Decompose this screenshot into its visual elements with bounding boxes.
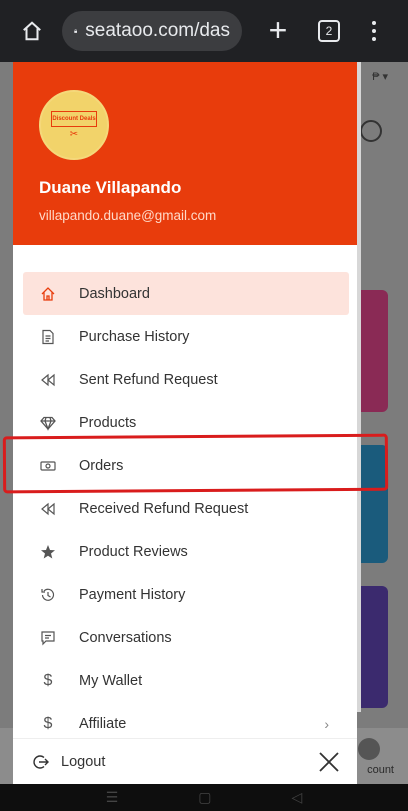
history-icon xyxy=(39,586,57,604)
system-nav-bar: ☰ ▢ ◁ xyxy=(0,784,408,811)
menu-label: My Wallet xyxy=(79,672,143,689)
currency-selector: ₱ ▾ xyxy=(372,71,388,83)
address-bar[interactable]: seataoo.com/das xyxy=(62,11,242,51)
menu-item-my-wallet[interactable]: $ My Wallet xyxy=(23,659,349,702)
avatar-logo-text: Discount Deals xyxy=(51,110,97,127)
user-name: Duane Villapando xyxy=(39,178,182,197)
diamond-icon xyxy=(39,414,57,432)
browser-toolbar: seataoo.com/das + 2 xyxy=(0,0,408,62)
screen: seataoo.com/das + 2 ₱ ▾ count Discount D… xyxy=(0,0,408,811)
url-text: seataoo.com/das xyxy=(85,20,230,41)
account-icon xyxy=(358,738,380,760)
menu-label: Product Reviews xyxy=(79,543,188,560)
menu-item-sent-refund-request[interactable]: Sent Refund Request xyxy=(23,358,349,401)
chat-icon xyxy=(39,629,57,647)
rewind-icon xyxy=(39,371,57,389)
dollar-icon: $ xyxy=(43,714,53,732)
chevron-right-icon: › xyxy=(324,715,329,732)
side-drawer: Discount Deals ✂ Duane Villapando villap… xyxy=(13,62,357,784)
drawer-header: Discount Deals ✂ Duane Villapando villap… xyxy=(13,62,357,245)
menu-item-conversations[interactable]: Conversations xyxy=(23,616,349,659)
browser-menu-button[interactable] xyxy=(364,13,384,49)
menu-label: Received Refund Request xyxy=(79,500,249,517)
logout-button[interactable]: Logout xyxy=(61,754,105,770)
lock-icon xyxy=(74,29,78,33)
avatar[interactable]: Discount Deals ✂ xyxy=(39,90,109,160)
menu-item-product-reviews[interactable]: Product Reviews xyxy=(23,530,349,573)
drawer-menu: Dashboard Purchase History Sent Refund R… xyxy=(23,272,349,745)
tab-switcher-button[interactable]: 2 xyxy=(318,20,340,42)
search-icon xyxy=(360,120,382,142)
menu-label: Payment History xyxy=(79,586,186,603)
menu-item-purchase-history[interactable]: Purchase History xyxy=(23,315,349,358)
close-icon[interactable] xyxy=(317,750,341,774)
drawer-scrollbar[interactable] xyxy=(357,62,361,712)
menu-label: Purchase History xyxy=(79,328,190,345)
home-icon xyxy=(23,21,41,41)
menu-label: Conversations xyxy=(79,629,172,646)
highlight-annotation xyxy=(2,433,389,494)
home-icon xyxy=(39,285,57,303)
recents-icon[interactable]: ☰ xyxy=(106,789,119,806)
menu-label: Sent Refund Request xyxy=(79,371,218,388)
home-nav-icon[interactable]: ▢ xyxy=(198,789,211,806)
home-button[interactable] xyxy=(12,11,52,51)
dollar-icon: $ xyxy=(43,671,53,689)
new-tab-button[interactable]: + xyxy=(260,13,296,49)
user-email: villapando.duane@gmail.com xyxy=(39,208,217,223)
drawer-footer: Logout xyxy=(13,738,357,784)
logout-icon xyxy=(33,754,49,769)
account-label: count xyxy=(367,764,394,776)
menu-label: Dashboard xyxy=(79,285,150,302)
document-icon xyxy=(39,328,57,346)
menu-item-payment-history[interactable]: Payment History xyxy=(23,573,349,616)
rewind-icon xyxy=(39,500,57,518)
menu-item-received-refund-request[interactable]: Received Refund Request xyxy=(23,487,349,530)
star-icon xyxy=(39,543,57,561)
menu-item-dashboard[interactable]: Dashboard xyxy=(23,272,349,315)
back-icon[interactable]: ◁ xyxy=(292,789,303,806)
tag-icon: ✂ xyxy=(69,128,79,140)
menu-label: Products xyxy=(79,414,137,431)
menu-label: Affiliate xyxy=(79,715,127,732)
